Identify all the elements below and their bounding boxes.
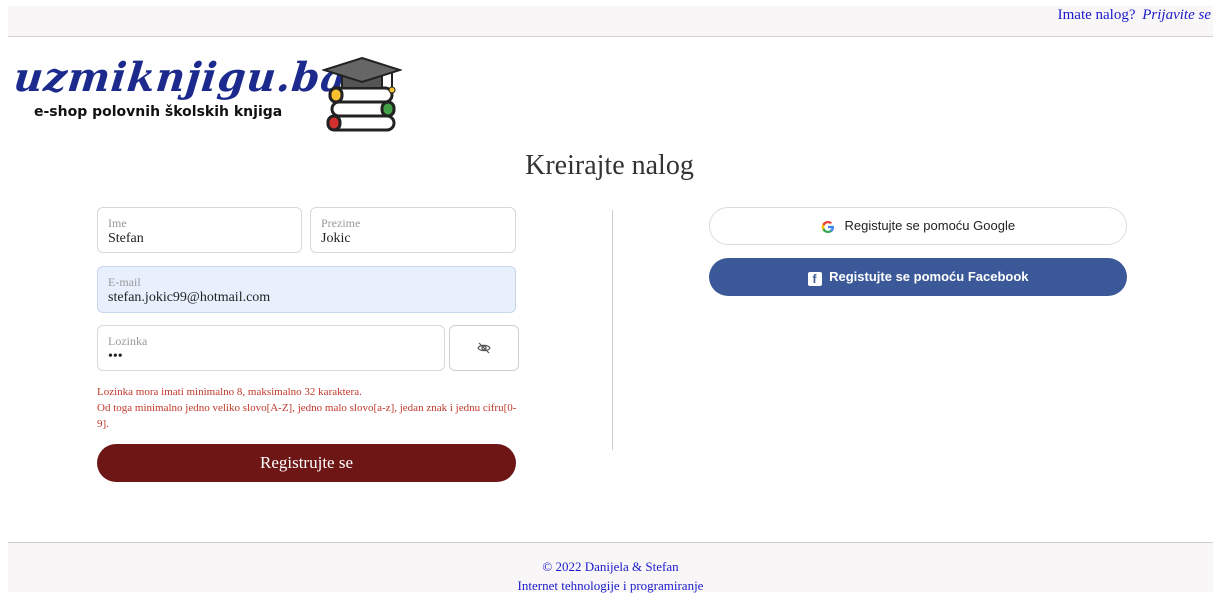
google-signup-button[interactable]: Registujte se pomoću Google	[709, 207, 1127, 245]
google-signup-label: Registujte se pomoću Google	[844, 218, 1016, 233]
password-value[interactable]: •••	[108, 349, 123, 365]
login-prompt: Imate nalog? Prijavite se	[1058, 7, 1211, 24]
facebook-icon: f	[807, 272, 822, 286]
email-field[interactable]: E-mail stefan.jokic99@hotmail.com	[97, 266, 516, 313]
password-label: Lozinka	[108, 334, 148, 348]
email-value[interactable]: stefan.jokic99@hotmail.com	[108, 290, 270, 306]
first-name-field[interactable]: Ime Stefan	[97, 207, 302, 253]
password-error-line-1: Lozinka mora imati minimalno 8, maksimal…	[97, 386, 362, 398]
first-name-value[interactable]: Stefan	[108, 231, 144, 247]
google-icon	[821, 220, 834, 233]
eye-slash-icon	[477, 342, 491, 354]
login-prompt-text: Imate nalog?	[1057, 7, 1136, 23]
top-bar: Imate nalog? Prijavite se	[8, 6, 1213, 37]
login-link[interactable]: Prijavite se	[1142, 7, 1211, 23]
footer: © 2022 Danijela & Stefan Internet tehnol…	[8, 542, 1213, 593]
password-error-message: Lozinka mora imati minimalno 8, maksimal…	[97, 384, 517, 432]
first-name-label: Ime	[108, 216, 127, 230]
last-name-value[interactable]: Jokic	[321, 231, 351, 247]
toggle-password-visibility-button[interactable]	[449, 325, 519, 371]
page-title: Kreirajte nalog	[525, 150, 694, 181]
password-field[interactable]: Lozinka •••	[97, 325, 445, 371]
last-name-field[interactable]: Prezime Jokic	[310, 207, 516, 253]
facebook-signup-label: Registujte se pomoću Facebook	[829, 269, 1029, 284]
site-logo[interactable]: uzmiknjigu.ba e-shop polovnih školskih k…	[8, 52, 408, 137]
password-error-line-2: Od toga minimalno jedno veliko slovo[A-Z…	[97, 402, 517, 430]
email-label: E-mail	[108, 275, 141, 289]
logo-tagline: e-shop polovnih školskih knjiga	[34, 104, 283, 120]
column-divider	[612, 210, 613, 450]
footer-course: Internet tehnologije i programiranje	[517, 578, 704, 593]
register-button[interactable]: Registrujte se	[97, 444, 516, 482]
last-name-label: Prezime	[321, 216, 361, 230]
footer-copyright: © 2022 Danijela & Stefan	[542, 559, 679, 574]
books-graduation-cap-icon	[322, 56, 402, 132]
facebook-signup-button[interactable]: f Registujte se pomoću Facebook	[709, 258, 1127, 296]
logo-brand-text: uzmiknjigu.ba	[11, 54, 351, 101]
